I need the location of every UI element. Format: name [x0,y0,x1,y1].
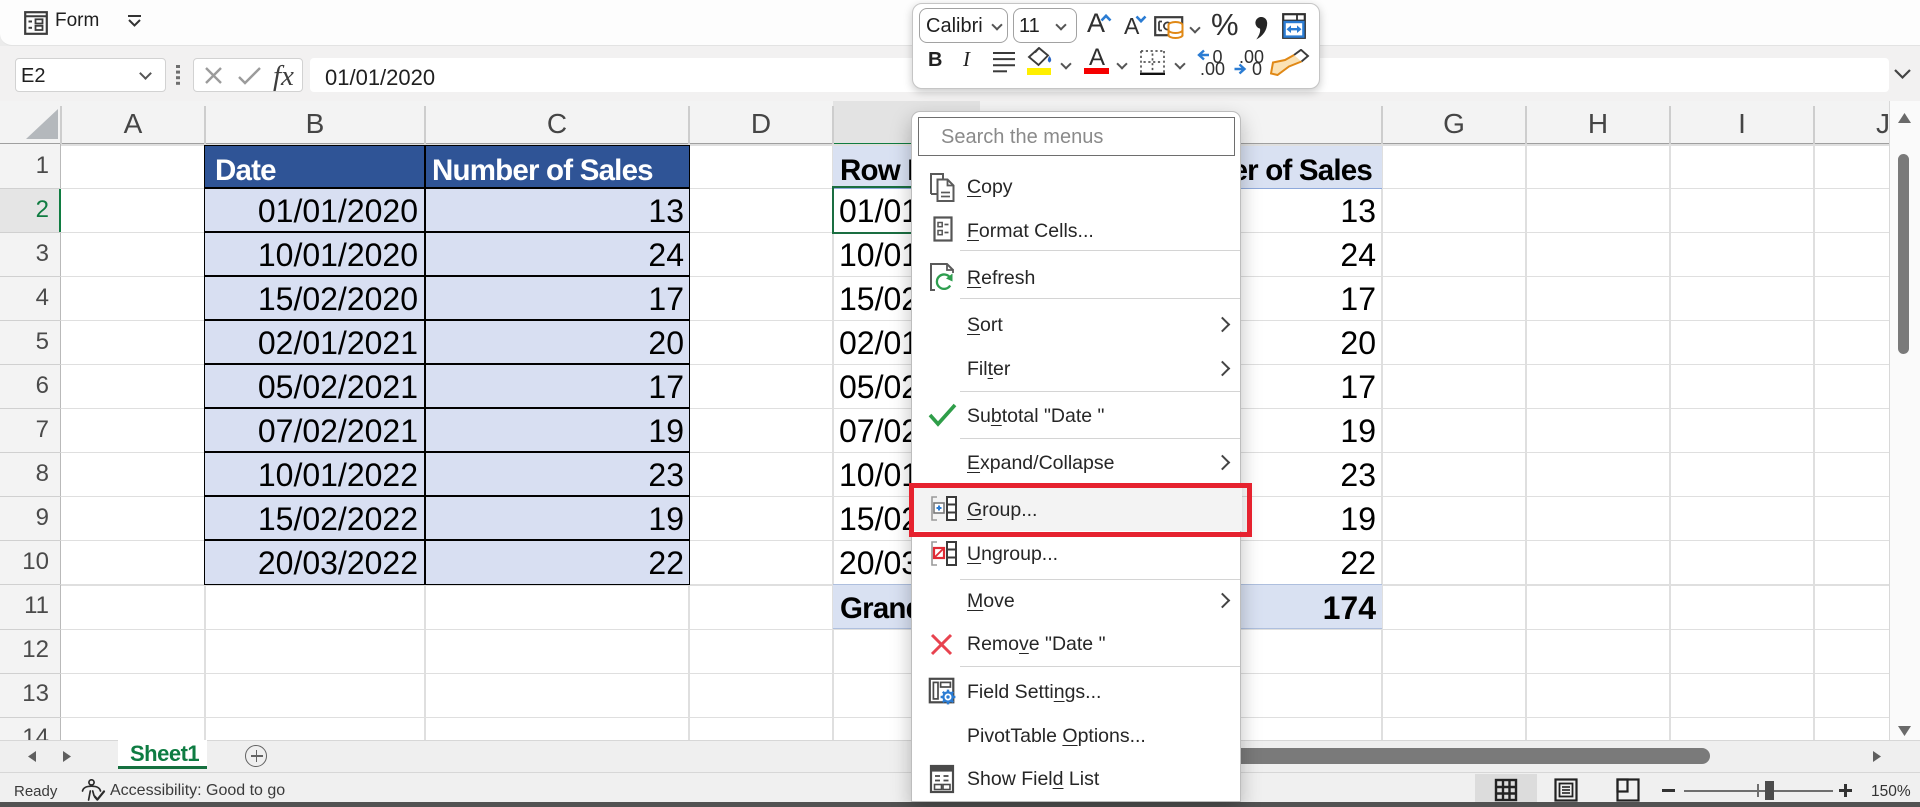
svg-text:0: 0 [1252,59,1262,76]
svg-text:.00: .00 [1200,59,1225,76]
